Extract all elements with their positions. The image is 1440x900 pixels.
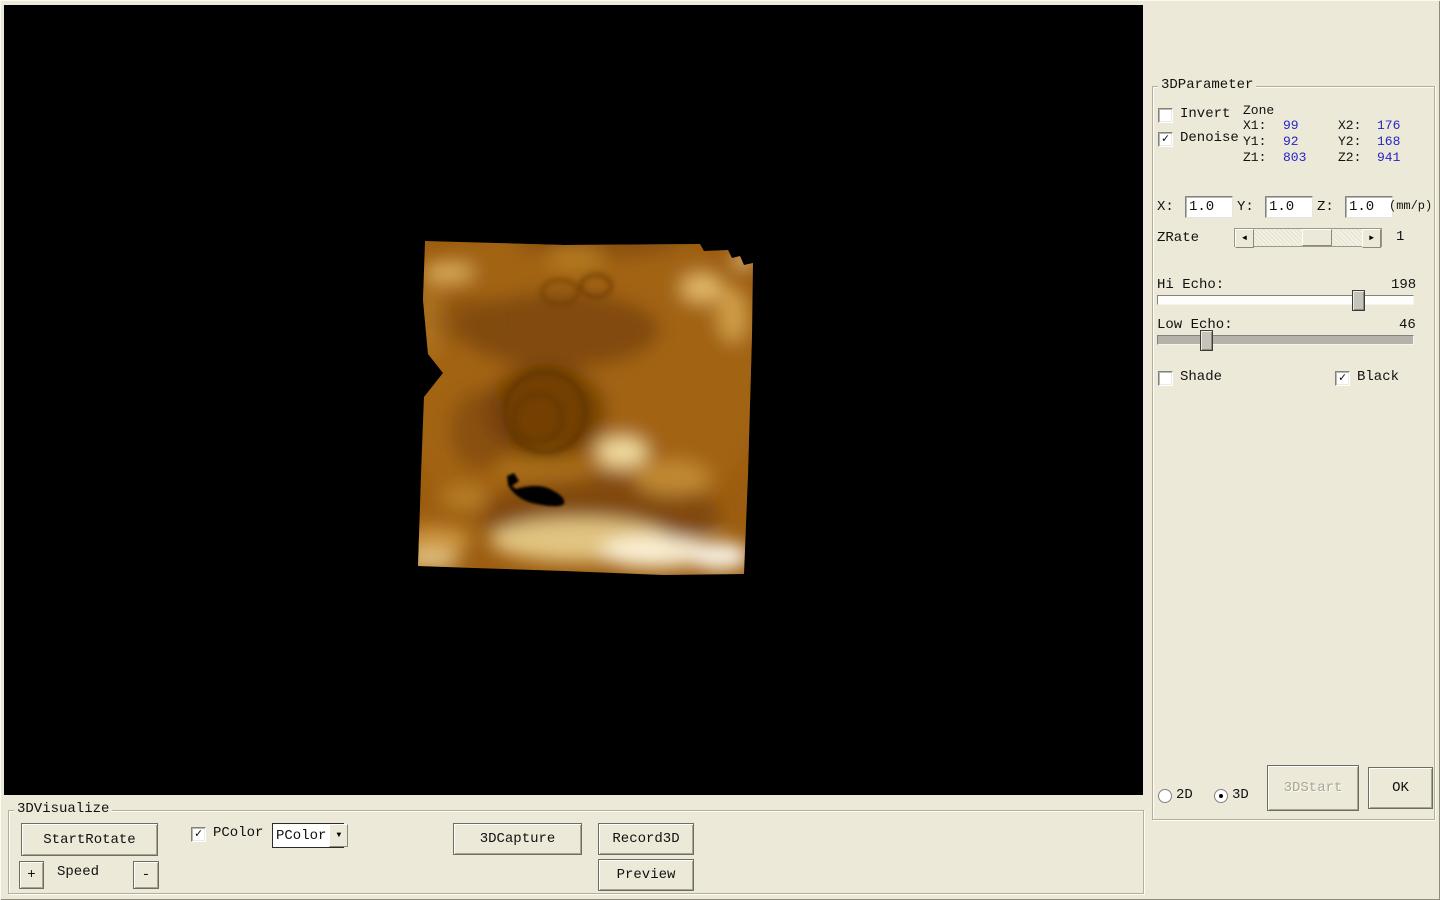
hi-echo-track[interactable] <box>1157 295 1414 305</box>
zone-z1-value: 803 <box>1283 150 1306 165</box>
preview-button[interactable]: Preview <box>598 859 694 891</box>
chevron-down-icon[interactable]: ▼ <box>329 824 348 847</box>
zone-x1-value: 99 <box>1283 118 1299 133</box>
zone-y1-value: 92 <box>1283 134 1299 149</box>
zrate-thumb[interactable] <box>1302 229 1332 246</box>
z-scale-input[interactable]: 1.0 <box>1345 196 1393 218</box>
mode-3d-radio[interactable] <box>1214 789 1228 803</box>
y-scale-value: 1.0 <box>1269 199 1294 215</box>
mode-2d-radio[interactable] <box>1158 789 1172 803</box>
invert-label: Invert <box>1180 107 1230 122</box>
zone-y2-value: 168 <box>1377 134 1400 149</box>
zone-y1-label: Y1: <box>1243 134 1266 149</box>
zrate-scrollbar[interactable]: ◄ ► <box>1234 228 1382 247</box>
zrate-left-arrow-icon[interactable]: ◄ <box>1235 229 1254 248</box>
parameter-panel-title: 3DParameter <box>1158 78 1256 93</box>
hi-echo-thumb[interactable] <box>1352 290 1365 311</box>
x-scale-value: 1.0 <box>1189 199 1214 215</box>
zone-label: Zone <box>1243 103 1274 118</box>
zone-x1-label: X1: <box>1243 118 1266 133</box>
zrate-value: 1 <box>1396 230 1404 245</box>
denoise-checkbox[interactable]: ✓ <box>1158 132 1173 147</box>
zone-x2-label: X2: <box>1338 118 1361 133</box>
parameter-panel: 3DParameter Invert ✓ Denoise Zone X1: 99… <box>1152 86 1435 820</box>
check-icon: ✓ <box>195 828 202 840</box>
zone-x2-value: 176 <box>1377 118 1400 133</box>
pcolor-dropdown-value: PColor <box>273 827 329 845</box>
invert-checkbox[interactable] <box>1158 108 1173 123</box>
zone-y2-label: Y2: <box>1338 134 1361 149</box>
x-scale-label: X: <box>1157 200 1174 215</box>
denoise-label: Denoise <box>1180 131 1239 146</box>
ok-button[interactable]: OK <box>1368 767 1433 809</box>
record3d-button[interactable]: Record3D <box>598 823 694 855</box>
visualize-panel-title: 3DVisualize <box>14 802 112 817</box>
zone-z2-value: 941 <box>1377 150 1400 165</box>
3dstart-button[interactable]: 3DStart <box>1267 765 1359 811</box>
check-icon: ✓ <box>1339 372 1346 384</box>
speed-plus-button[interactable]: + <box>19 861 44 889</box>
y-scale-input[interactable]: 1.0 <box>1265 196 1313 218</box>
speed-label: Speed <box>57 865 99 880</box>
zrate-right-arrow-icon[interactable]: ► <box>1362 229 1381 248</box>
low-echo-track[interactable] <box>1157 335 1414 345</box>
3dcapture-button[interactable]: 3DCapture <box>453 823 582 855</box>
speed-minus-button[interactable]: - <box>133 861 159 889</box>
shade-label: Shade <box>1180 370 1222 385</box>
mode-3d-label: 3D <box>1232 788 1249 803</box>
visualize-panel: 3DVisualize StartRotate + Speed - ✓ PCol… <box>8 810 1144 894</box>
black-label: Black <box>1357 370 1399 385</box>
y-scale-label: Y: <box>1237 200 1254 215</box>
scale-unit-label: (mm/p) <box>1389 199 1432 214</box>
shade-checkbox[interactable] <box>1158 371 1173 386</box>
zrate-label: ZRate <box>1157 231 1199 246</box>
black-checkbox[interactable]: ✓ <box>1335 371 1350 386</box>
low-echo-label: Low Echo: <box>1157 318 1233 333</box>
hi-echo-label: Hi Echo: <box>1157 278 1224 293</box>
pcolor-checkbox[interactable]: ✓ <box>191 827 206 842</box>
hi-echo-value: 198 <box>1391 278 1416 293</box>
pcolor-checkbox-label: PColor <box>213 826 263 841</box>
low-echo-thumb[interactable] <box>1200 330 1213 351</box>
low-echo-value: 46 <box>1399 318 1416 333</box>
z-scale-label: Z: <box>1317 200 1334 215</box>
pcolor-dropdown[interactable]: PColor ▼ <box>272 823 344 848</box>
zrate-track[interactable] <box>1254 229 1362 246</box>
zone-z2-label: Z2: <box>1338 150 1361 165</box>
render-viewport[interactable] <box>4 5 1143 795</box>
check-icon: ✓ <box>1162 133 1169 145</box>
ultrasound-3d-render <box>4 5 1143 795</box>
start-rotate-button[interactable]: StartRotate <box>21 823 158 856</box>
mode-2d-label: 2D <box>1176 788 1193 803</box>
zone-z1-label: Z1: <box>1243 150 1266 165</box>
x-scale-input[interactable]: 1.0 <box>1185 196 1233 218</box>
app-window: 3DParameter Invert ✓ Denoise Zone X1: 99… <box>0 0 1440 900</box>
z-scale-value: 1.0 <box>1349 199 1374 215</box>
